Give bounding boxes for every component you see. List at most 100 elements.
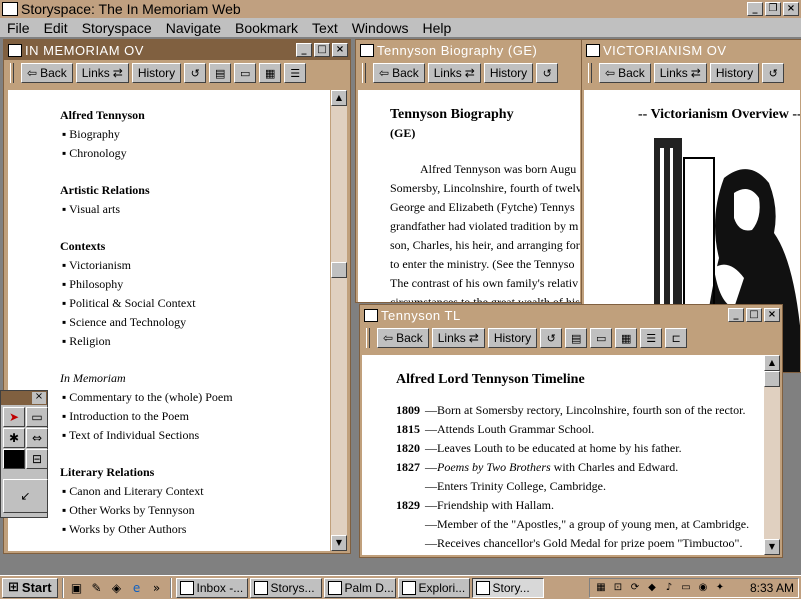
back-button[interactable]: ⇦ Back (21, 63, 73, 83)
minimize-button[interactable]: _ (296, 43, 312, 57)
toc-item[interactable]: ▪ Other Works by Tennyson (60, 501, 330, 520)
tray-security-icon[interactable]: ◆ (645, 581, 659, 595)
timeline-window[interactable]: Tennyson TL _ □ × ⇦ Back Links ⇄ History ↺… (359, 304, 783, 558)
back-button[interactable]: ⇦ Back (599, 63, 651, 83)
arrow-tool-icon[interactable]: ➤ (3, 407, 25, 427)
scroll-down-arrow[interactable]: ▼ (764, 539, 780, 555)
overview-window-title-bar[interactable]: IN MEMORIAM OV _ □ × (4, 40, 350, 60)
menu-navigate[interactable]: Navigate (159, 20, 228, 36)
palette-title-bar[interactable]: × (1, 391, 47, 405)
timeline-scrollbar[interactable]: ▲ ▼ (764, 355, 780, 555)
toc-item[interactable]: ▪ Political & Social Context (60, 294, 330, 313)
tray-volume-icon[interactable]: ♪ (662, 581, 676, 595)
tray-app-icon[interactable]: ▦ (594, 581, 608, 595)
outline-view-icon[interactable]: ☰ (640, 328, 663, 348)
close-button[interactable]: × (783, 2, 799, 16)
outline-view-icon[interactable]: ☰ (284, 63, 307, 83)
back-button[interactable]: ⇦ Back (377, 328, 429, 348)
tray-settings-icon[interactable]: ✦ (713, 581, 727, 595)
nest-tool-icon[interactable]: ⊟ (26, 449, 48, 469)
toc-item[interactable]: ▪ Science and Technology (60, 313, 330, 332)
toolbar-grip[interactable] (362, 63, 366, 83)
toc-heading[interactable]: Literary Relations (60, 463, 330, 482)
reload-icon[interactable]: ↺ (184, 63, 207, 83)
toolbar-grip[interactable] (588, 63, 592, 83)
biography-window[interactable]: Tennyson Biography (GE) ⇦ Back Links ⇄ His… (355, 39, 583, 303)
links-button[interactable]: Links ⇄ (653, 63, 707, 83)
treemap-view-icon[interactable]: ⊏ (665, 328, 688, 348)
map-view-icon[interactable]: ▭ (590, 328, 613, 348)
toc-heading[interactable]: In Memoriam (60, 369, 330, 388)
biography-window-title-bar[interactable]: Tennyson Biography (GE) (356, 40, 582, 60)
maximize-button[interactable]: □ (746, 308, 762, 322)
tray-globe-icon[interactable]: ◉ (696, 581, 710, 595)
tray-monitor-icon[interactable]: ▭ (679, 581, 693, 595)
storyspace-app-icon[interactable] (2, 2, 18, 16)
links-button[interactable]: Links ⇄ (427, 63, 481, 83)
link-drag-tool-icon[interactable]: ↙ (3, 479, 48, 513)
menu-edit[interactable]: Edit (37, 20, 75, 36)
toc-heading[interactable]: Alfred Tennyson (60, 106, 330, 125)
overview-window[interactable]: IN MEMORIAM OV _ □ × ⇦ Back Links ⇄ Histor… (3, 39, 351, 554)
color-swatch-icon[interactable] (3, 449, 25, 469)
history-button[interactable]: History (487, 328, 538, 348)
tray-network-icon[interactable]: ⊡ (611, 581, 625, 595)
taskbar-button-palm[interactable]: Palm D... (323, 577, 396, 598)
tray-sync-icon[interactable]: ⟳ (628, 581, 642, 595)
menu-storyspace[interactable]: Storyspace (75, 20, 159, 36)
taskbar-button-storyspace-1[interactable]: Storys... (249, 577, 322, 598)
toc-item[interactable]: ▪ Visual arts (60, 200, 330, 219)
reload-icon[interactable]: ↺ (762, 63, 785, 83)
toc-item[interactable]: ▪ Religion (60, 332, 330, 351)
links-button[interactable]: Links ⇄ (431, 328, 485, 348)
links-button[interactable]: Links ⇄ (75, 63, 129, 83)
menu-text[interactable]: Text (305, 20, 345, 36)
scroll-thumb[interactable] (331, 262, 347, 278)
clock[interactable]: 8:33 AM (750, 581, 794, 595)
toc-item[interactable]: ▪ Biography (60, 125, 330, 144)
toc-item[interactable]: ▪ Victorianism (60, 256, 330, 275)
resize-tool-icon[interactable]: ⇔ (26, 428, 48, 448)
restore-button[interactable]: ❐ (765, 2, 781, 16)
scroll-down-arrow[interactable]: ▼ (331, 535, 347, 551)
toc-heading[interactable]: Contexts (60, 237, 330, 256)
start-button[interactable]: ⊞ Start (2, 577, 58, 598)
toc-heading[interactable]: Artistic Relations (60, 181, 330, 200)
toc-item[interactable]: ▪ Chronology (60, 144, 330, 163)
desktop-icon[interactable]: ▣ (68, 579, 86, 597)
map-view-icon[interactable]: ▭ (234, 63, 257, 83)
back-button[interactable]: ⇦ Back (373, 63, 425, 83)
menu-file[interactable]: File (0, 20, 37, 36)
page-icon[interactable]: ▤ (565, 328, 588, 348)
explorer-icon[interactable]: ◈ (108, 579, 126, 597)
close-button[interactable]: × (332, 43, 348, 57)
scroll-up-arrow[interactable]: ▲ (764, 355, 780, 371)
reload-icon[interactable]: ↺ (540, 328, 563, 348)
scroll-up-arrow[interactable]: ▲ (331, 90, 347, 106)
internet-explorer-icon[interactable]: e (128, 579, 146, 597)
maximize-button[interactable]: □ (314, 43, 330, 57)
history-button[interactable]: History (483, 63, 534, 83)
timeline-window-title-bar[interactable]: Tennyson TL _ □ × (360, 305, 782, 325)
menu-help[interactable]: Help (416, 20, 459, 36)
chart-view-icon[interactable]: ▦ (615, 328, 638, 348)
edit-icon[interactable]: ✎ (88, 579, 106, 597)
toolbar-grip[interactable] (10, 63, 14, 83)
menu-bookmark[interactable]: Bookmark (228, 20, 305, 36)
page-icon[interactable]: ▤ (209, 63, 232, 83)
toc-item[interactable]: ▪ Introduction to the Poem (60, 407, 330, 426)
box-tool-icon[interactable]: ▭ (26, 407, 48, 427)
taskbar-button-explorer[interactable]: Explori... (397, 577, 470, 598)
history-button[interactable]: History (131, 63, 182, 83)
close-icon[interactable]: × (32, 392, 46, 404)
minimize-button[interactable]: _ (728, 308, 744, 322)
toc-item[interactable]: ▪ Works by Other Authors (60, 520, 330, 539)
close-button[interactable]: × (764, 308, 780, 322)
link-tool-icon[interactable]: ✱ (3, 428, 25, 448)
toolbar-grip[interactable] (366, 328, 370, 348)
victorianism-window-title-bar[interactable]: VICTORIANISM OV (582, 40, 801, 60)
toc-item[interactable]: ▪ Commentary to the (whole) Poem (60, 388, 330, 407)
taskbar-button-storyspace-2[interactable]: Story... (471, 577, 544, 598)
scroll-thumb[interactable] (764, 371, 780, 387)
menu-windows[interactable]: Windows (345, 20, 416, 36)
